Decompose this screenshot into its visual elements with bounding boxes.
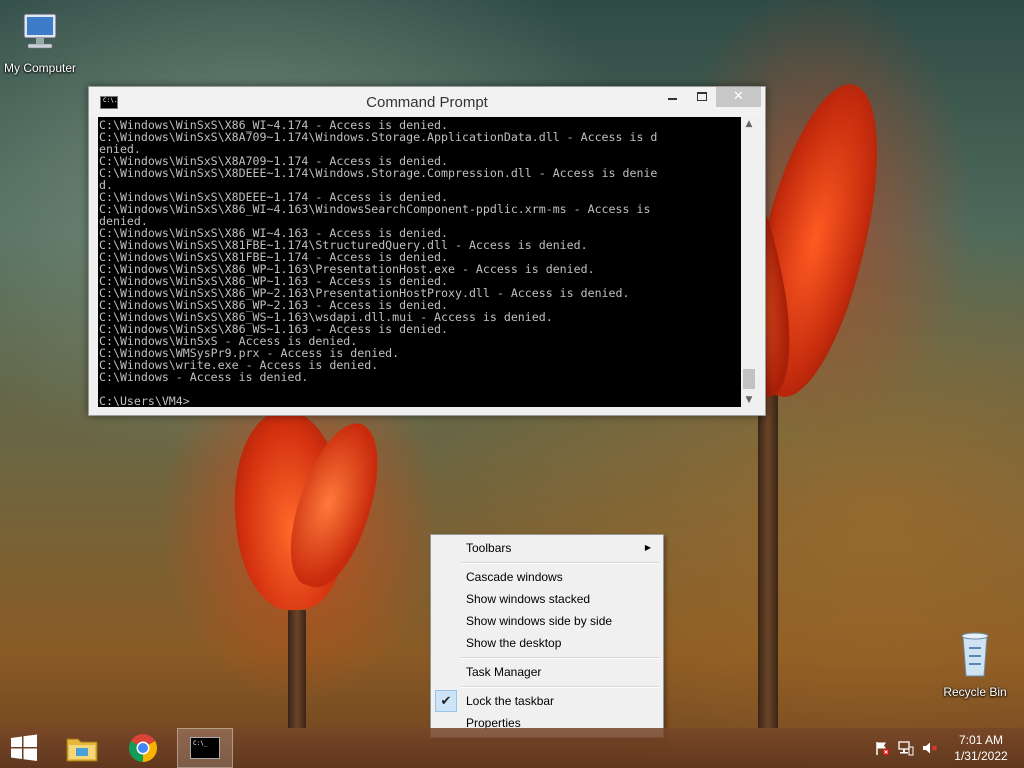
taskbar-context-menu: Toolbars ▶ Cascade windows Show windows … [430,534,664,738]
action-center-flag-icon[interactable] [874,740,890,756]
command-prompt-icon: C:\_ [190,737,220,759]
menu-item-label: Show the desktop [466,636,562,650]
windows-start-icon [11,734,37,761]
taskbar-file-explorer[interactable] [55,728,109,768]
menu-item-show-the-desktop[interactable]: Show the desktop [433,632,661,654]
taskbar-command-prompt[interactable]: C:\_ [177,728,233,768]
minimize-icon [667,98,677,100]
menu-item-label: Task Manager [466,665,542,679]
scroll-thumb[interactable] [743,369,755,389]
menu-separator [461,686,659,688]
chrome-icon [129,734,157,762]
clock-time: 7:01 AM [958,733,1004,747]
taskbar-chrome[interactable] [116,728,170,768]
menu-separator [461,657,659,659]
close-icon: ✕ [733,89,744,104]
maximize-icon [697,92,707,101]
svg-text:C:\_: C:\_ [193,740,208,747]
volume-muted-icon[interactable] [922,740,938,756]
computer-icon [23,13,57,49]
desktop-icon-label: Recycle Bin [943,685,1007,699]
menu-item-label: Show windows stacked [466,592,591,606]
console-text: C:\Windows\WinSxS\X86_WI~4.174 - Access … [99,118,658,407]
clock-date: 1/31/2022 [954,749,1008,763]
menu-item-label: Toolbars [466,541,512,555]
window-titlebar[interactable]: C:\. Command Prompt ✕ [89,87,765,117]
minimize-button[interactable] [659,87,685,107]
menu-item-show-windows-stacked[interactable]: Show windows stacked [433,588,661,610]
vertical-scrollbar[interactable]: ▲ ▼ [741,117,757,407]
close-button[interactable]: ✕ [716,87,761,107]
system-clock[interactable]: 7:01 AM 1/31/2022 [946,732,1016,764]
maximize-button[interactable] [689,87,715,107]
scroll-down-arrow-icon[interactable]: ▼ [741,393,757,407]
console-output[interactable]: C:\Windows\WinSxS\X86_WI~4.174 - Access … [98,117,741,407]
menu-item-task-manager[interactable]: Task Manager [433,661,661,683]
menu-item-cascade-windows[interactable]: Cascade windows [433,566,661,588]
desktop-icon-recycle-bin[interactable]: Recycle Bin [935,630,1015,699]
menu-item-label: Lock the taskbar [466,694,555,708]
recycle-bin-icon [961,632,989,677]
menu-item-toolbars[interactable]: Toolbars ▶ [433,537,661,559]
checkmark-icon: ✔ [435,690,457,712]
desktop-icon-label: My Computer [3,61,77,75]
menu-separator [461,562,659,564]
desktop-icon-my-computer[interactable]: My Computer [0,10,80,75]
menu-item-label: Show windows side by side [466,614,613,628]
command-prompt-window[interactable]: C:\. Command Prompt ✕ C:\Windows\WinSxS\… [88,86,766,416]
network-icon[interactable] [898,740,914,756]
menu-item-show-windows-side-by-side[interactable]: Show windows side by side [433,610,661,632]
scroll-up-arrow-icon[interactable]: ▲ [741,117,757,131]
menu-item-label: Cascade windows [466,570,563,584]
submenu-arrow-icon: ▶ [644,543,651,552]
file-explorer-icon [66,738,98,762]
menu-item-lock-the-taskbar[interactable]: ✔ Lock the taskbar [433,690,661,712]
start-button[interactable] [0,728,48,768]
taskbar[interactable]: C:\_ 7:01 AM 1/31/2022 [0,728,1024,768]
